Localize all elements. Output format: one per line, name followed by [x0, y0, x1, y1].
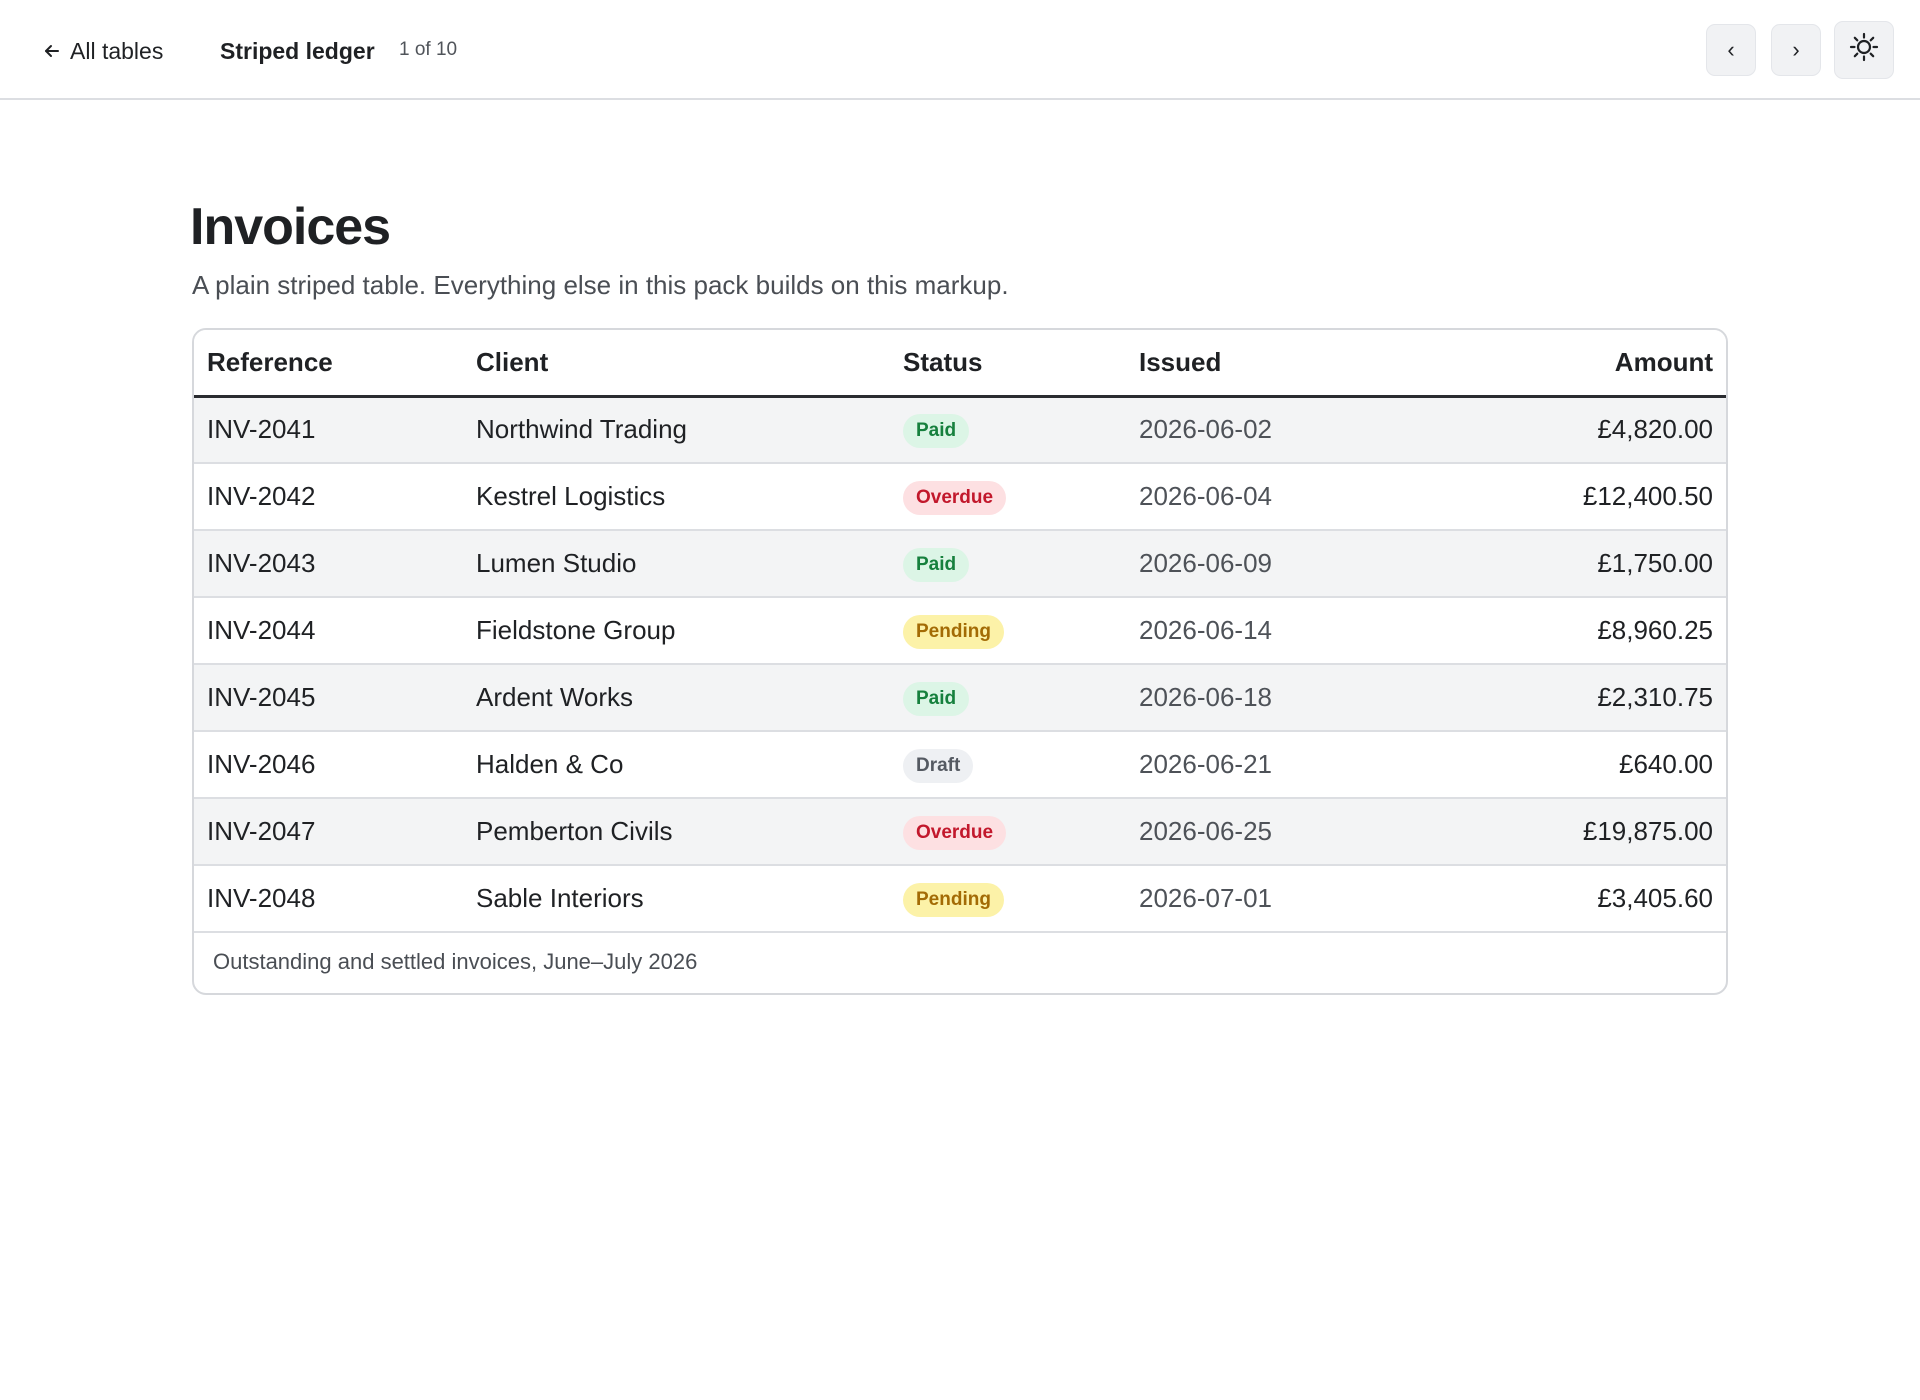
page-subtitle: A plain striped table. Everything else i…: [192, 270, 1009, 300]
chevron-left-icon: ‹: [1727, 37, 1735, 62]
cell-issued: 2026-06-25: [1126, 798, 1434, 866]
nav-title: Striped ledger: [220, 38, 375, 64]
cell-reference: INV-2048: [194, 865, 463, 933]
invoice-table: Reference Client Status Issued Amount IN…: [194, 330, 1726, 933]
table-row: INV-2045 Ardent Works Paid 2026-06-18 £2…: [194, 664, 1726, 732]
cell-issued: 2026-07-01: [1126, 865, 1434, 933]
table-row: INV-2043 Lumen Studio Paid 2026-06-09 £1…: [194, 530, 1726, 598]
cell-status: Paid: [890, 664, 1126, 732]
cell-status: Draft: [890, 731, 1126, 799]
column-header-status: Status: [890, 330, 1126, 398]
cell-reference: INV-2044: [194, 597, 463, 665]
table-row: INV-2044 Fieldstone Group Pending 2026-0…: [194, 597, 1726, 665]
cell-reference: INV-2045: [194, 664, 463, 732]
cell-issued: 2026-06-02: [1126, 396, 1434, 464]
cell-reference: INV-2041: [194, 396, 463, 464]
top-bar: All tables Striped ledger 1 of 10 ‹ ›: [0, 0, 1920, 100]
cell-amount: £12,400.50: [1434, 463, 1726, 531]
table-caption: Outstanding and settled invoices, June–J…: [213, 949, 698, 974]
cell-client: Pemberton Civils: [463, 798, 890, 866]
status-badge: Paid: [903, 681, 970, 716]
cell-status: Overdue: [890, 798, 1126, 866]
cell-reference: INV-2046: [194, 731, 463, 799]
cell-issued: 2026-06-04: [1126, 463, 1434, 531]
cell-issued: 2026-06-14: [1126, 597, 1434, 665]
cell-issued: 2026-06-21: [1126, 731, 1434, 799]
status-badge: Paid: [903, 413, 970, 448]
table-header-row: Reference Client Status Issued Amount: [194, 330, 1726, 398]
table-row: INV-2046 Halden & Co Draft 2026-06-21 £6…: [194, 731, 1726, 799]
cell-client: Kestrel Logistics: [463, 463, 890, 531]
cell-amount: £2,310.75: [1434, 664, 1726, 732]
cell-issued: 2026-06-09: [1126, 530, 1434, 598]
table-row: INV-2041 Northwind Trading Paid 2026-06-…: [194, 396, 1726, 464]
page-title: Invoices: [190, 198, 391, 256]
table-position-counter: 1 of 10: [399, 39, 458, 60]
status-badge: Pending: [903, 614, 1004, 649]
cell-reference: INV-2047: [194, 798, 463, 866]
column-header-reference: Reference: [194, 330, 463, 398]
column-header-issued: Issued: [1126, 330, 1434, 398]
cell-amount: £4,820.00: [1434, 396, 1726, 464]
cell-client: Fieldstone Group: [463, 597, 890, 665]
previous-table-button[interactable]: ‹: [1706, 24, 1756, 76]
status-badge: Draft: [903, 748, 974, 783]
cell-amount: £3,405.60: [1434, 865, 1726, 933]
cell-status: Overdue: [890, 463, 1126, 531]
cell-reference: INV-2043: [194, 530, 463, 598]
cell-amount: £640.00: [1434, 731, 1726, 799]
column-header-amount: Amount: [1434, 330, 1726, 398]
status-badge: Overdue: [903, 480, 1007, 515]
cell-issued: 2026-06-18: [1126, 664, 1434, 732]
cell-client: Halden & Co: [463, 731, 890, 799]
chevron-right-icon: ›: [1792, 37, 1800, 62]
cell-status: Pending: [890, 865, 1126, 933]
cell-status: Paid: [890, 396, 1126, 464]
cell-client: Northwind Trading: [463, 396, 890, 464]
cell-status: Paid: [890, 530, 1126, 598]
column-header-client: Client: [463, 330, 890, 398]
back-link-label: All tables: [70, 37, 164, 64]
theme-toggle-button[interactable]: [1834, 21, 1894, 79]
status-badge: Overdue: [903, 815, 1007, 850]
cell-status: Pending: [890, 597, 1126, 665]
status-badge: Paid: [903, 547, 970, 582]
table-row: INV-2048 Sable Interiors Pending 2026-07…: [194, 865, 1726, 933]
arrow-left-icon: [42, 41, 62, 61]
cell-reference: INV-2042: [194, 463, 463, 531]
cell-amount: £8,960.25: [1434, 597, 1726, 665]
table-row: INV-2042 Kestrel Logistics Overdue 2026-…: [194, 463, 1726, 531]
cell-client: Ardent Works: [463, 664, 890, 732]
sun-icon: [1849, 32, 1879, 68]
cell-client: Sable Interiors: [463, 865, 890, 933]
back-to-all-tables-link[interactable]: All tables: [42, 36, 163, 66]
table-row: INV-2047 Pemberton Civils Overdue 2026-0…: [194, 798, 1726, 866]
cell-client: Lumen Studio: [463, 530, 890, 598]
next-table-button[interactable]: ›: [1771, 24, 1821, 76]
cell-amount: £1,750.00: [1434, 530, 1726, 598]
invoice-table-card: Reference Client Status Issued Amount IN…: [192, 328, 1728, 995]
cell-amount: £19,875.00: [1434, 798, 1726, 866]
status-badge: Pending: [903, 882, 1004, 917]
